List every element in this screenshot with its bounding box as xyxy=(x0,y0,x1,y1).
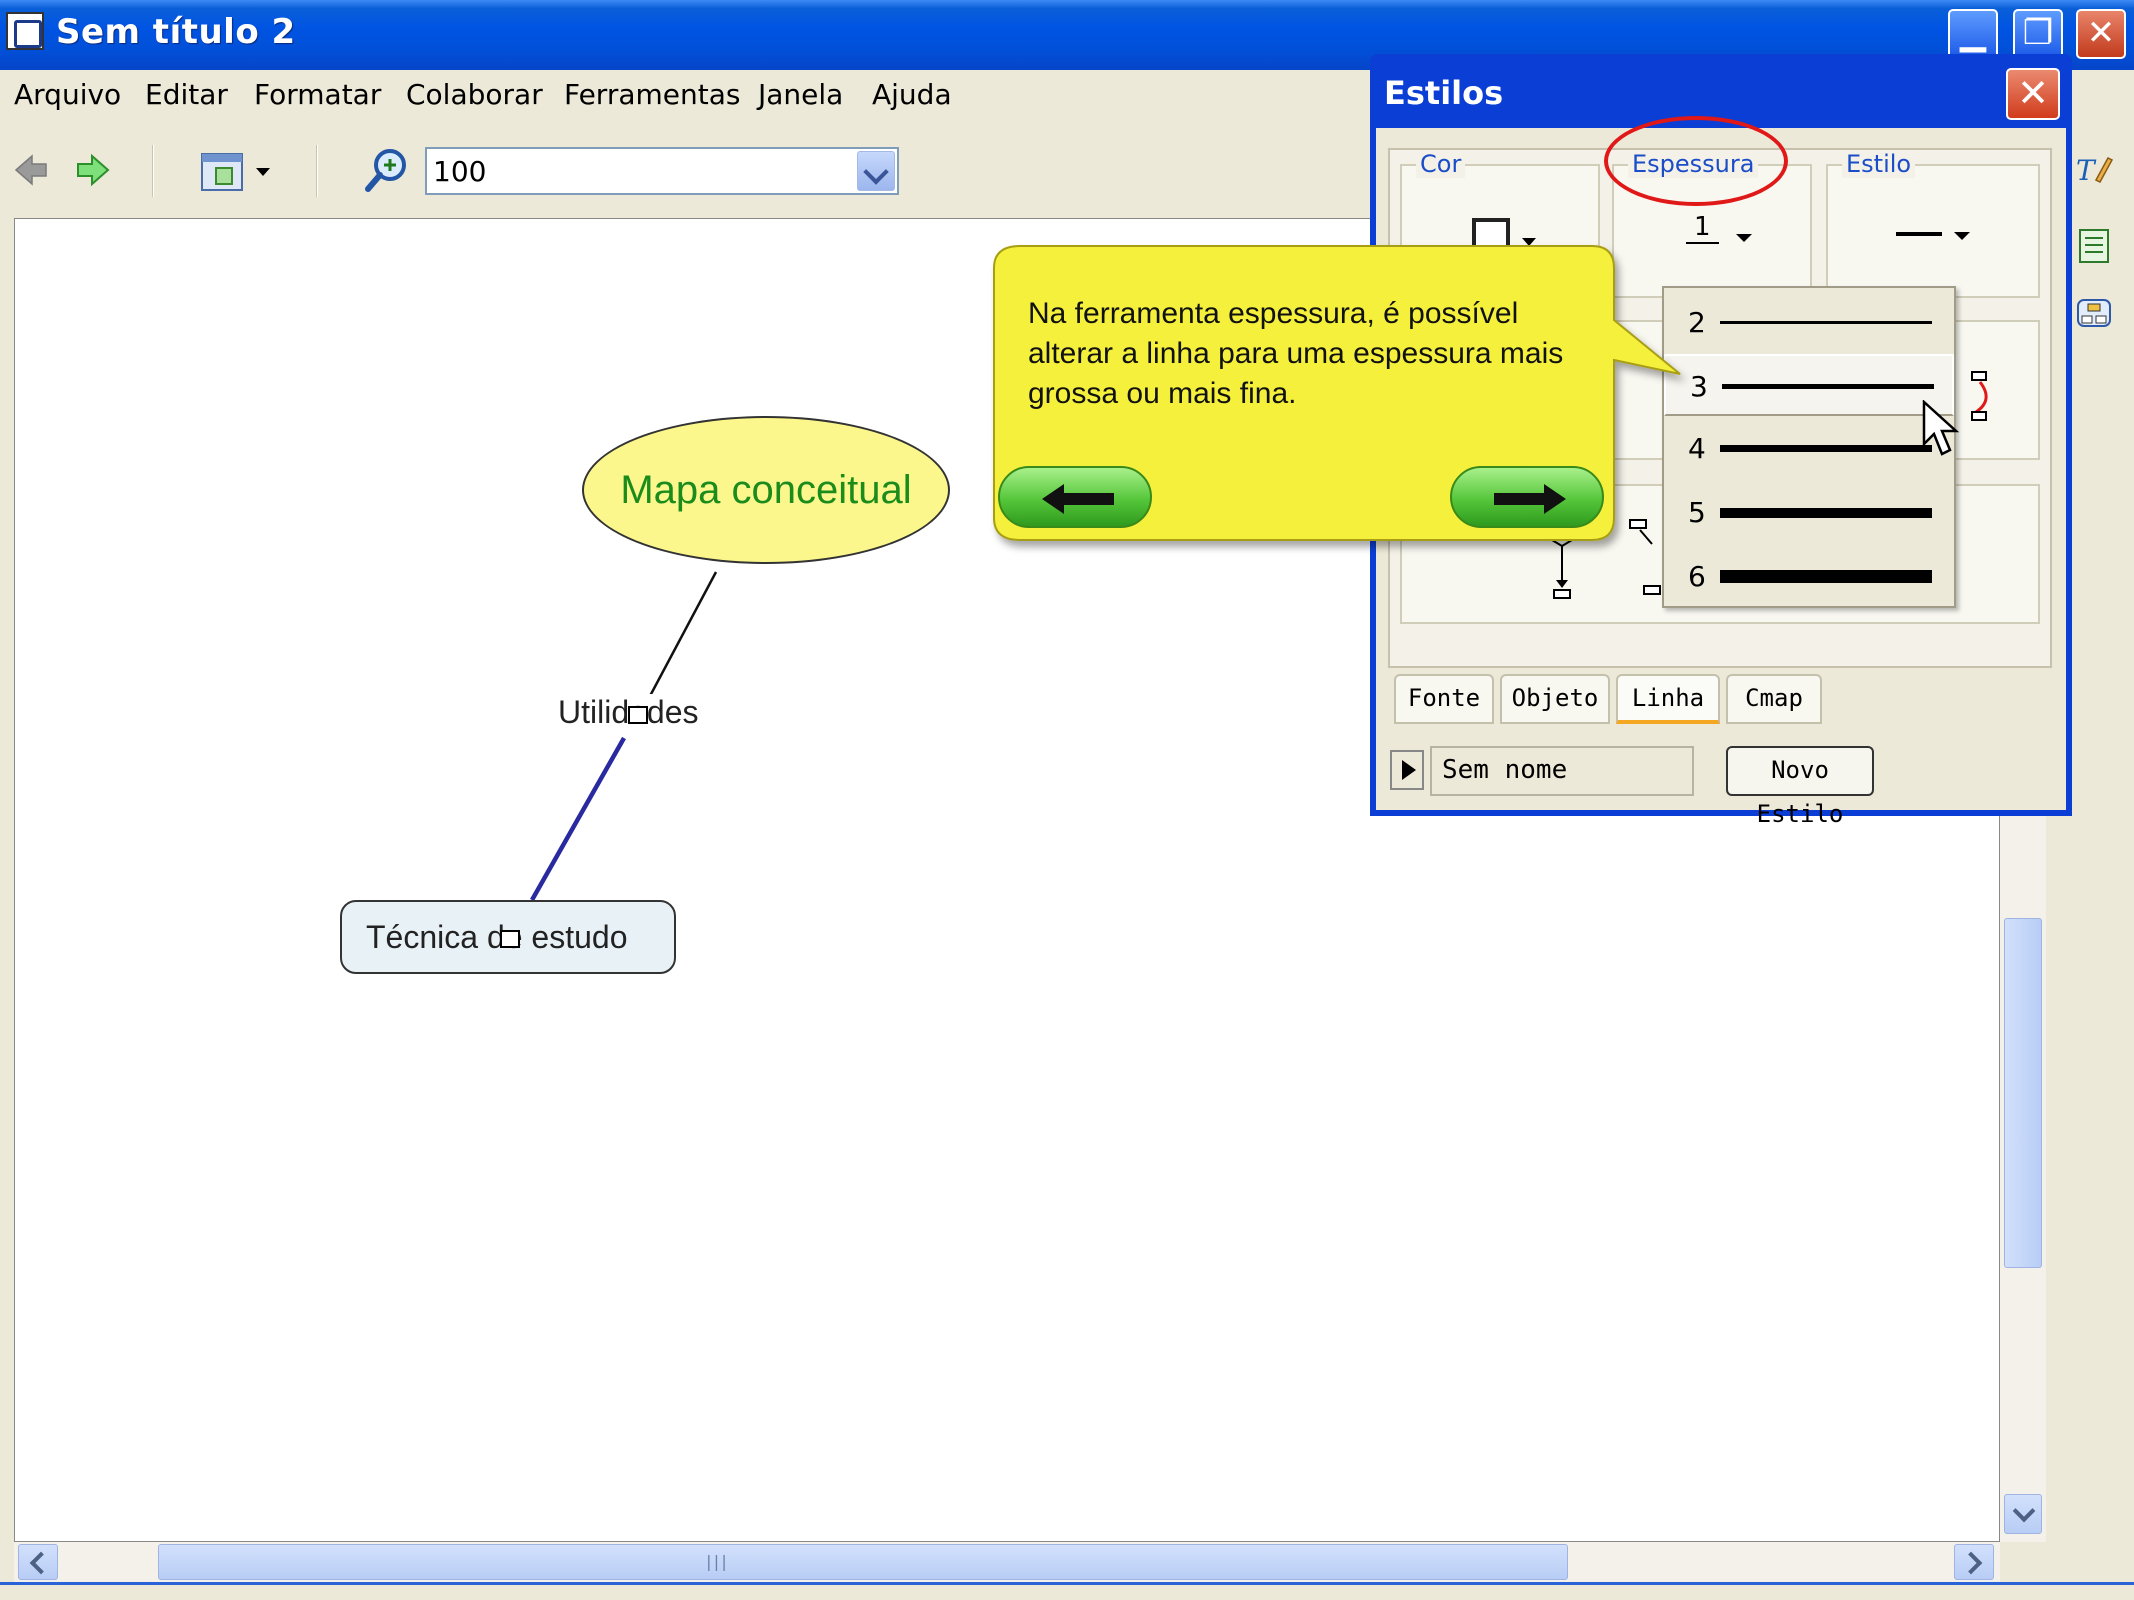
vertical-scroll-thumb[interactable] xyxy=(2004,918,2042,1268)
scroll-right-button[interactable] xyxy=(1954,1544,1994,1580)
tab-linha[interactable]: Linha xyxy=(1616,674,1720,724)
menu-ferramentas[interactable]: Ferramentas xyxy=(564,78,740,111)
zoom-level-value: 100 xyxy=(433,155,487,188)
text-edit-icon[interactable]: T xyxy=(2074,150,2114,190)
styles-window-title: Estilos xyxy=(1384,74,1504,112)
play-triangle-icon[interactable] xyxy=(1390,750,1424,790)
concept-node-mapa-conceitual[interactable]: Mapa conceitual xyxy=(582,416,950,564)
window-bottom-border xyxy=(0,1582,2134,1600)
scroll-left-button[interactable] xyxy=(18,1544,58,1580)
thickness-line-sample xyxy=(1720,445,1932,452)
toolbar-separator xyxy=(152,145,154,197)
menu-formatar[interactable]: Formatar xyxy=(254,78,381,111)
concept-node-label: Mapa conceitual xyxy=(620,468,912,512)
thickness-line-sample xyxy=(1722,384,1934,389)
horizontal-scrollbar[interactable]: ||| xyxy=(14,1542,2000,1582)
concept-node-label: Técnica de estudo xyxy=(366,919,628,955)
mouse-pointer-icon xyxy=(1922,400,1960,456)
thickness-line-sample xyxy=(1720,508,1932,518)
window-title: Sem título 2 xyxy=(56,12,296,52)
scroll-grip-icon: ||| xyxy=(704,1552,729,1571)
zoom-icon[interactable] xyxy=(362,145,412,195)
tab-fonte[interactable]: Fonte xyxy=(1394,674,1494,724)
style-name-field[interactable]: Sem nome xyxy=(1430,746,1694,796)
thickness-option-label: 3 xyxy=(1690,370,1708,403)
arrow-left-icon xyxy=(1042,484,1114,514)
current-thickness-value[interactable]: 1 xyxy=(1686,212,1719,244)
previous-step-button[interactable] xyxy=(998,466,1152,528)
resize-handle[interactable] xyxy=(500,930,520,948)
thickness-option-label: 4 xyxy=(1688,432,1706,465)
thickness-option-selected[interactable]: 3 xyxy=(1664,354,1954,416)
scroll-down-button[interactable] xyxy=(2004,1494,2042,1534)
thickness-option-label: 5 xyxy=(1688,496,1706,529)
tutorial-callout-text: Na ferramenta espessura, é possível alte… xyxy=(1028,297,1564,410)
style-group: Estilo xyxy=(1826,150,2040,298)
thickness-line-sample xyxy=(1720,321,1932,324)
curved-connection-icon[interactable] xyxy=(1962,366,2022,426)
zoom-level-combobox[interactable]: 100 xyxy=(425,147,899,195)
menu-janela[interactable]: Janela xyxy=(758,78,843,111)
color-group: Cor xyxy=(1400,150,1600,298)
style-group-label: Estilo xyxy=(1842,150,1916,178)
color-group-label: Cor xyxy=(1416,150,1466,178)
highlight-ellipse xyxy=(1604,116,1788,206)
tab-objeto[interactable]: Objeto xyxy=(1500,674,1610,724)
view-options-icon[interactable] xyxy=(198,148,278,196)
thickness-line-sample xyxy=(1720,570,1932,583)
cmap-structure-icon[interactable] xyxy=(2074,296,2114,336)
thickness-option-label: 2 xyxy=(1688,306,1706,339)
back-arrow-icon[interactable] xyxy=(12,150,52,190)
arrow-right-icon xyxy=(1494,484,1566,514)
tab-cmap[interactable]: Cmap xyxy=(1726,674,1822,724)
menu-colaborar[interactable]: Colaborar xyxy=(406,78,543,111)
line-style-picker[interactable] xyxy=(1892,220,1982,250)
straight-connection-icon[interactable] xyxy=(1532,526,1592,606)
chevron-down-icon[interactable] xyxy=(1732,230,1756,246)
line-color-picker[interactable] xyxy=(1470,216,1550,256)
thickness-dropdown[interactable]: 2 3 4 5 6 xyxy=(1662,286,1956,608)
horizontal-scroll-thumb[interactable] xyxy=(158,1544,1568,1580)
restore-button[interactable]: ❐ xyxy=(2013,9,2063,59)
cmap-app-icon xyxy=(6,12,44,50)
thickness-option-label: 6 xyxy=(1688,560,1706,593)
forward-arrow-icon[interactable] xyxy=(72,150,112,190)
styles-close-button[interactable]: ✕ xyxy=(2006,68,2060,120)
menu-ajuda[interactable]: Ajuda xyxy=(872,78,952,111)
svg-text:T: T xyxy=(2076,154,2097,187)
app-window: Sem título 2 ▁ ❐ ✕ Arquivo Editar Format… xyxy=(0,0,2134,1600)
thickness-option[interactable]: 5 xyxy=(1664,482,1954,544)
new-style-button[interactable]: Novo Estilo xyxy=(1726,746,1874,828)
menu-editar[interactable]: Editar xyxy=(145,78,228,111)
close-button[interactable]: ✕ xyxy=(2076,9,2126,59)
toolbar-separator xyxy=(316,145,318,197)
thickness-option[interactable]: 4 xyxy=(1664,418,1954,480)
menu-arquivo[interactable]: Arquivo xyxy=(14,78,121,111)
list-view-icon[interactable] xyxy=(2074,226,2114,266)
chevron-down-icon[interactable] xyxy=(857,151,895,191)
thickness-option[interactable]: 2 xyxy=(1664,292,1954,354)
minimize-button[interactable]: ▁ xyxy=(1948,9,1998,59)
next-step-button[interactable] xyxy=(1450,466,1604,528)
thickness-option[interactable]: 6 xyxy=(1664,546,1954,608)
resize-handle[interactable] xyxy=(628,706,648,724)
